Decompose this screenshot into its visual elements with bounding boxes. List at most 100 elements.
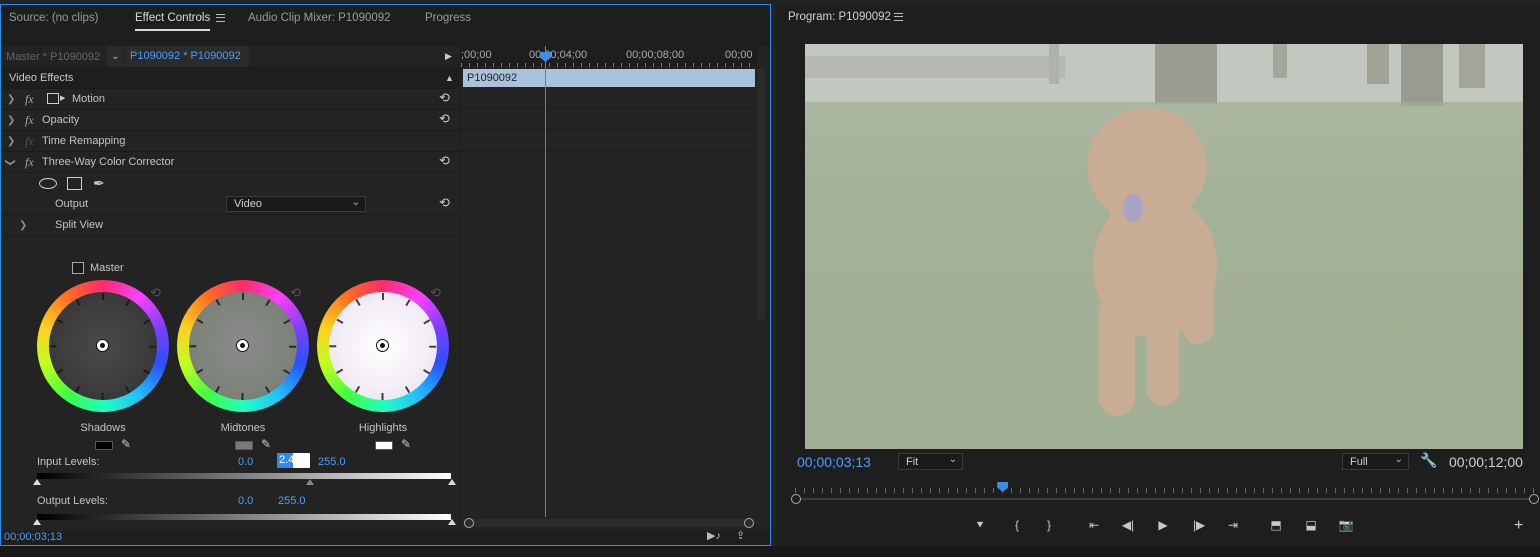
transform-arrow-icon: ▶ [60,95,66,102]
mark-out-icon[interactable]: } [1040,518,1058,532]
add-marker-icon[interactable]: ⯆ [971,518,989,533]
video-frame[interactable] [805,44,1523,449]
reset-icon[interactable]: ⟲ [439,195,450,211]
master-label: Master [90,262,124,274]
input-levels-high[interactable]: 255.0 [318,456,346,468]
effect-row-time-remapping[interactable]: ❯ fx Time Remapping [1,131,460,152]
go-to-out-icon[interactable]: ⇥ [1224,518,1242,532]
timeline-hscroll[interactable] [464,518,754,528]
clip-bar[interactable]: P1090092 [463,69,755,87]
input-black-handle[interactable] [33,479,41,485]
step-back-icon[interactable]: ◀| [1119,518,1137,532]
resolution-select[interactable]: Full ⌄ [1342,453,1409,470]
output-black-handle[interactable] [33,519,41,525]
rectangle-mask-icon[interactable] [67,177,82,190]
current-timecode[interactable]: 00;00;03;13 [4,531,62,543]
export-frame-icon[interactable]: 📷 [1337,518,1355,532]
reset-icon[interactable]: ⟲ [439,153,450,169]
chevron-right-icon[interactable]: ❯ [7,94,15,105]
chevron-right-icon[interactable]: ❯ [7,136,15,147]
source-clip-row: Master * P1090092 ⌄ P1090092 * P1090092 … [1,46,460,67]
ellipse-mask-icon[interactable] [39,178,57,189]
add-button-icon[interactable]: + [1514,517,1523,535]
shadows-wheel-handle[interactable] [96,339,109,352]
wrench-icon[interactable]: 🔧 [1420,452,1437,469]
effect-name: Three-Way Color Corrector [42,156,175,168]
pen-mask-icon[interactable]: ✒ [93,175,105,192]
eyedropper-icon[interactable]: ✎ [261,437,271,451]
highlights-swatch[interactable] [375,441,393,450]
ruler-label: ;00;00 [461,49,492,61]
program-monitor-title[interactable]: Program: P1090092 [788,11,891,23]
out-point-handle[interactable] [1529,494,1539,504]
output-select[interactable]: Video ⌄ [226,196,366,212]
output-levels-high[interactable]: 255.0 [278,495,306,507]
chevron-down-icon[interactable]: ⌄ [107,46,124,67]
wheel-reset-icon[interactable]: ⟲ [430,285,441,301]
fx-icon[interactable]: fx [25,92,34,107]
midtones-wheel-handle[interactable] [236,339,249,352]
midtones-label: Midtones [220,422,266,434]
go-to-in-icon[interactable]: ⇤ [1085,518,1103,532]
effect-timeline-area: ;00;00 00;00;04;00 00;00;08;00 00;00 P10… [461,46,770,531]
eyedropper-icon[interactable]: ✎ [401,437,411,451]
effect-row-opacity[interactable]: ❯ fx Opacity ⟲ [1,110,460,131]
time-ruler[interactable]: ;00;00 00;00;04;00 00;00;08;00 00;00 [461,46,757,67]
zoom-handle-right[interactable] [744,518,754,528]
effect-row-motion[interactable]: ❯ fx ▶ Motion ⟲ [1,89,460,110]
wheel-reset-icon[interactable]: ⟲ [290,285,301,301]
input-levels-low[interactable]: 0.0 [238,456,253,468]
input-levels-mid-field[interactable]: 2.4 [277,453,310,468]
lift-icon[interactable]: ⬒ [1267,518,1285,532]
panel-menu-icon[interactable] [894,13,903,21]
output-levels-gradient [37,514,451,520]
sequence-clip-label[interactable]: P1090092 * P1090092 [125,46,249,67]
chevron-right-icon[interactable]: ❯ [19,220,27,231]
tab-source[interactable]: Source: (no clips) [9,12,98,24]
input-white-handle[interactable] [448,479,456,485]
monitor-current-timecode[interactable]: 00;00;03;13 [797,454,871,470]
chevron-right-icon[interactable]: ❯ [7,115,15,126]
video-image [805,44,1523,449]
fx-icon[interactable]: fx [25,113,34,128]
export-frame-icon[interactable]: ⇪ [736,529,745,542]
midtones-swatch[interactable] [235,441,253,450]
transform-box-icon[interactable] [47,93,59,104]
master-checkbox[interactable] [72,262,84,274]
wheel-reset-icon[interactable]: ⟲ [150,285,161,301]
highlights-label: Highlights [358,422,408,434]
zoom-handle-left[interactable] [464,518,474,528]
timeline-row [461,88,757,109]
ruler-label: 00;00 [725,49,753,61]
play-icon[interactable]: ▶ [1154,518,1172,532]
audio-scrub-icon[interactable]: ▶♪ [707,529,721,542]
play-triangle-icon[interactable]: ▶ [445,51,452,62]
monitor-scrubber[interactable] [791,482,1539,506]
tab-effect-controls[interactable]: Effect Controls [135,12,211,31]
reset-icon[interactable]: ⟲ [439,90,450,106]
in-point-handle[interactable] [791,494,801,504]
tab-progress[interactable]: Progress [425,12,471,24]
chevron-down-icon[interactable]: ❯ [5,158,16,166]
zoom-level-value: Fit [906,456,919,468]
effect-row-three-way-color-corrector[interactable]: ❯ fx Three-Way Color Corrector ⟲ [1,152,460,173]
fx-icon[interactable]: fx [25,155,34,170]
wheel-tick [102,292,104,300]
mask-tools-row: ✒ [1,173,460,194]
highlights-wheel-handle[interactable] [376,339,389,352]
collapse-up-icon[interactable]: ▲ [445,73,454,83]
zoom-level-select[interactable]: Fit ⌄ [898,453,963,470]
tab-audio-clip-mixer[interactable]: Audio Clip Mixer: P1090092 [248,12,391,24]
extract-icon[interactable]: ⬓ [1302,518,1320,532]
step-forward-icon[interactable]: |▶ [1190,518,1208,532]
panel-menu-icon[interactable] [216,14,225,22]
split-view-row[interactable]: ❯ Split View [1,215,460,236]
shadows-swatch[interactable] [95,441,113,450]
output-white-handle[interactable] [448,519,456,525]
input-gray-handle[interactable] [306,479,314,485]
mark-in-icon[interactable]: { [1008,518,1026,532]
reset-icon[interactable]: ⟲ [439,111,450,127]
output-levels-low[interactable]: 0.0 [238,495,253,507]
timeline-vscroll[interactable] [757,68,765,320]
eyedropper-icon[interactable]: ✎ [121,437,131,451]
